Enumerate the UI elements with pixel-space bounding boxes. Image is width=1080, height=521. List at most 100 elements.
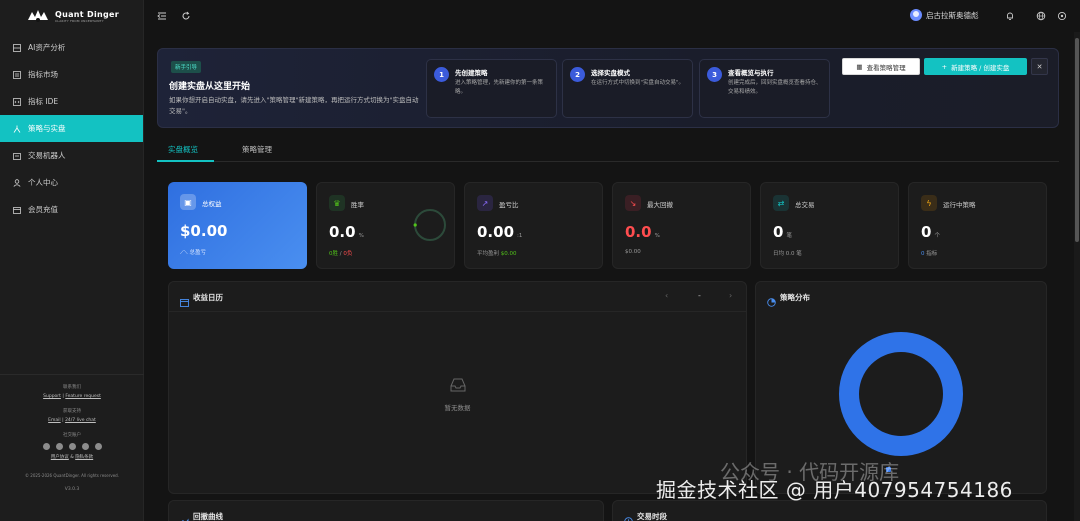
privacy-link[interactable]: 隐私条款	[75, 455, 93, 460]
stat-card-profit-ratio: ↗ 盈亏比 0.00:1 平均盈利 $0.00	[464, 182, 603, 269]
guide-step-3: 3 查看概览与执行 创建完成后，回到实盘概览查看持仓、交易和绩效。	[699, 59, 830, 118]
plus-icon: +	[941, 62, 948, 71]
pie-chart-icon	[767, 292, 776, 307]
guide-step-2: 2 选择实盘模式 在运行方式中切换到"实盘自动交易"。	[562, 59, 693, 118]
stat-value: 0笔	[773, 223, 792, 241]
stat-card-total-trades: ⇄ 总交易 0笔 日均 0.0 笔	[760, 182, 899, 269]
menu-fold-icon[interactable]	[156, 10, 167, 21]
sidebar-nav: AI资产分析 指标市场 指标 IDE 策略与实盘 交易机器人 个人中心 会员充值	[0, 34, 143, 223]
stat-title: 最大回撤	[647, 201, 673, 209]
stat-card-max-drawdown: ↘ 最大回撤 0.0% $0.00	[612, 182, 751, 269]
youtube-icon[interactable]	[94, 443, 102, 450]
empty-state: 暂无数据	[169, 377, 746, 412]
sidebar: Quant Dinger CLARITY FROM UNCERTAINTY AI…	[0, 0, 144, 521]
tab-overview[interactable]: 实盘概览	[168, 144, 198, 155]
sidebar-item-trading-robot[interactable]: 交易机器人	[0, 142, 143, 169]
create-strategy-button[interactable]: + 新建策略 / 创建实盘	[924, 58, 1027, 75]
sidebar-item-membership[interactable]: 会员充值	[0, 196, 143, 223]
refresh-icon[interactable]	[180, 10, 191, 21]
sidebar-item-indicator-ide[interactable]: 指标 IDE	[0, 88, 143, 115]
sidebar-item-label: 交易机器人	[28, 151, 66, 160]
social-label: 社交账户	[63, 433, 81, 438]
stat-card-running-strategies: ϟ 运行中策略 0个 0 指标	[908, 182, 1047, 269]
app-root: Quant Dinger CLARITY FROM UNCERTAINTY AI…	[0, 0, 1080, 521]
trading-session-panel: 交易时段	[612, 500, 1047, 521]
stat-title: 盈亏比	[499, 201, 519, 209]
step-title: 先创建策略	[455, 69, 488, 77]
drawdown-curve-panel: 回撤曲线	[168, 500, 604, 521]
settings-icon[interactable]	[1056, 10, 1067, 21]
stat-sub: $0.00	[625, 249, 641, 255]
chevron-left-icon[interactable]: ‹	[665, 291, 668, 300]
x-icon[interactable]	[55, 443, 63, 450]
stat-card-total-equity: ▣ 总权益 $0.00 ⟋⟍ 总盈亏	[168, 182, 307, 269]
bell-icon[interactable]	[1004, 10, 1015, 21]
table-icon: ▦	[856, 62, 863, 71]
sidebar-item-label: AI资产分析	[28, 43, 66, 52]
close-guide-button[interactable]: ✕	[1031, 58, 1048, 75]
guide-description: 如果你想开启自动实盘，请先进入"策略管理"新建策略，再把运行方式切换为"实盘自动…	[169, 96, 419, 115]
guide-title: 创建实盘从这里开始	[169, 82, 251, 92]
sidebar-item-label: 会员充值	[28, 205, 58, 214]
trophy-icon: ♛	[329, 195, 345, 211]
sidebar-footer: 联系我们 Support | Feature request 获取支持 Emai…	[0, 374, 144, 521]
stat-value: 0.0%	[329, 223, 364, 241]
discord-icon[interactable]	[68, 443, 76, 450]
terms-link[interactable]: 用户协议	[51, 455, 69, 460]
sidebar-item-ai-analysis[interactable]: AI资产分析	[0, 34, 143, 61]
panel-title: 收益日历	[193, 293, 223, 302]
stat-sub: 日均 0.0 笔	[773, 251, 802, 257]
sidebar-item-strategy[interactable]: 策略与实盘	[0, 115, 143, 142]
page-scrollbar[interactable]	[1074, 32, 1080, 521]
sidebar-item-label: 个人中心	[28, 178, 58, 187]
stat-sub: 平均盈利 $0.00	[477, 251, 517, 257]
scrollbar-thumb[interactable]	[1075, 38, 1079, 242]
tab-strategy-management[interactable]: 策略管理	[242, 144, 272, 155]
telegram-icon[interactable]	[81, 443, 89, 450]
panel-header: 策略分布	[756, 282, 1046, 312]
step-number: 3	[707, 67, 722, 82]
sidebar-item-label: 指标市场	[28, 70, 58, 79]
stat-title: 总权益	[202, 200, 222, 208]
stat-card-win-rate: ♛ 胜率 0.0% 0胜 / 0负	[316, 182, 455, 269]
guide-step-1: 1 先创建策略 进入策略管理，先新建你的第一条策略。	[426, 59, 557, 118]
github-icon[interactable]	[42, 443, 50, 450]
onboarding-guide: 新手引导 创建实盘从这里开始 如果你想开启自动实盘，请先进入"策略管理"新建策略…	[157, 48, 1059, 128]
globe-icon[interactable]	[1035, 10, 1046, 21]
sidebar-item-label: 策略与实盘	[28, 124, 66, 133]
active-tab-indicator	[157, 160, 214, 162]
wallet-icon: ▣	[180, 194, 196, 210]
social-links	[0, 443, 144, 450]
robot-icon	[13, 152, 21, 160]
chevron-right-icon[interactable]: ›	[729, 291, 732, 300]
area-chart-icon	[180, 511, 189, 521]
sidebar-item-indicator-market[interactable]: 指标市场	[0, 61, 143, 88]
support-link[interactable]: Support	[43, 394, 61, 399]
tab-bar: 实盘概览 策略管理	[157, 140, 1059, 162]
profit-calendar-panel: 收益日历 ‹ - › 暂无数据	[168, 281, 747, 494]
copyright: © 2025-2026 QuantDinger. All rights rese…	[25, 473, 119, 478]
email-link[interactable]: Email	[48, 418, 61, 423]
feature-request-link[interactable]: Feature request	[65, 394, 101, 399]
panel-header: 收益日历 ‹ - ›	[169, 282, 746, 312]
empty-text: 暂无数据	[444, 404, 471, 412]
get-support-label: 获取支持	[63, 409, 81, 414]
wallet-icon	[13, 206, 21, 214]
sidebar-item-profile[interactable]: 个人中心	[0, 169, 143, 196]
close-icon: ✕	[1036, 62, 1043, 71]
strategy-donut-chart[interactable]	[837, 330, 965, 458]
step-description: 在运行方式中切换到"实盘自动交易"。	[591, 80, 685, 86]
step-description: 创建完成后，回到实盘概览查看持仓、交易和绩效。	[728, 80, 822, 95]
main-content: 新手引导 创建实盘从这里开始 如果你想开启自动实盘，请先进入"策略管理"新建策略…	[144, 32, 1072, 521]
user-menu[interactable]: 启古拉斯奥德彪	[910, 9, 979, 21]
contact-links: Support | Feature request	[43, 394, 101, 399]
panel-title: 策略分布	[780, 293, 810, 302]
stat-sub: ⟋⟍ 总盈亏	[180, 250, 206, 256]
logo[interactable]: Quant Dinger CLARITY FROM UNCERTAINTY	[0, 0, 143, 32]
view-strategy-button[interactable]: ▦ 查看策略管理	[842, 58, 920, 75]
live-chat-link[interactable]: 24/7 live chat	[65, 418, 96, 423]
bolt-icon: ϟ	[921, 195, 937, 211]
app-name: Quant Dinger	[55, 9, 119, 19]
contact-label: 联系我们	[63, 385, 81, 390]
calendar-month: -	[698, 291, 701, 300]
